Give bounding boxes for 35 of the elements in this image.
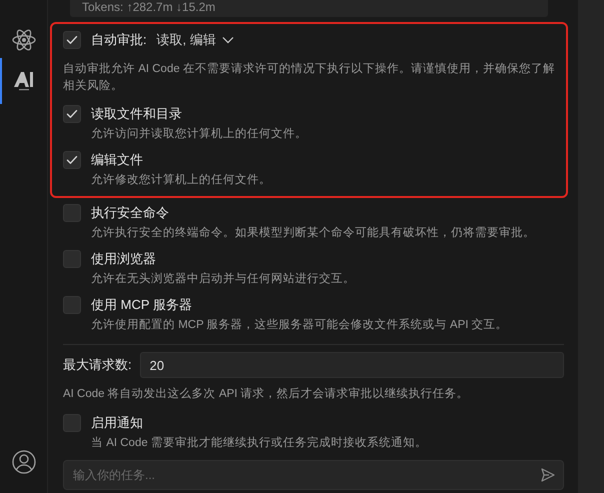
- token-usage: Tokens: ↑282.7m ↓15.2m: [70, 0, 548, 17]
- approval-dropdown[interactable]: 读取, 编辑: [156, 31, 234, 49]
- field-description: AI Code 将自动发出这么多次 API 请求，然后才会请求审批以继续执行任务。: [62, 386, 470, 401]
- option-label: 自动审批:: [91, 31, 147, 49]
- checkbox[interactable]: [63, 204, 81, 222]
- option-description: 允许在无头浏览器中启动并与任何网站进行交互。: [91, 271, 356, 287]
- description: 自动审批允许 AI Code 在不需要请求许可的情况下执行以下操作。请谨慎使用，并确保您了解相关风险。: [63, 61, 556, 94]
- option-description: 允许访问并读取您计算机上的任何文件。: [91, 126, 308, 142]
- atom-icon[interactable]: [10, 28, 36, 52]
- field-label: 最大请求数:: [63, 356, 132, 374]
- send-icon[interactable]: [540, 467, 556, 483]
- option-description: 当 AI Code 需要审批才能继续执行或任务完成时接收系统通知。: [91, 435, 428, 451]
- check-icon: [65, 153, 79, 167]
- checkbox[interactable]: [63, 151, 81, 169]
- checkbox[interactable]: [63, 414, 81, 432]
- option-label: 使用 MCP 服务器: [91, 296, 193, 314]
- option-label: 编辑文件: [91, 151, 144, 169]
- option-description: 允许修改您计算机上的任何文件。: [91, 172, 272, 188]
- option-label: 启用通知: [91, 414, 144, 432]
- user-icon[interactable]: [12, 450, 36, 474]
- check-icon: [65, 33, 79, 47]
- option-label: 执行安全命令: [91, 204, 170, 222]
- checkbox[interactable]: [63, 296, 81, 314]
- option-label: 读取文件和目录: [91, 105, 183, 123]
- option-description: 允许执行安全的终端命令。如果模型判断某个命令可能具有破坏性，仍将需要审批。: [91, 225, 536, 241]
- checkbox[interactable]: [63, 31, 81, 49]
- checkbox[interactable]: [63, 250, 81, 268]
- checkbox[interactable]: [63, 105, 81, 123]
- option-label: 使用浏览器: [91, 250, 157, 268]
- logo-icon[interactable]: [12, 70, 34, 92]
- option-description: 允许使用配置的 MCP 服务器，这些服务器可能会修改文件系统或与 API 交互。: [91, 317, 509, 333]
- check-icon: [65, 107, 79, 121]
- task-input[interactable]: 输入你的任务...: [63, 460, 564, 490]
- max-requests-field[interactable]: 20: [140, 352, 564, 378]
- chevron-icon: [222, 36, 234, 44]
